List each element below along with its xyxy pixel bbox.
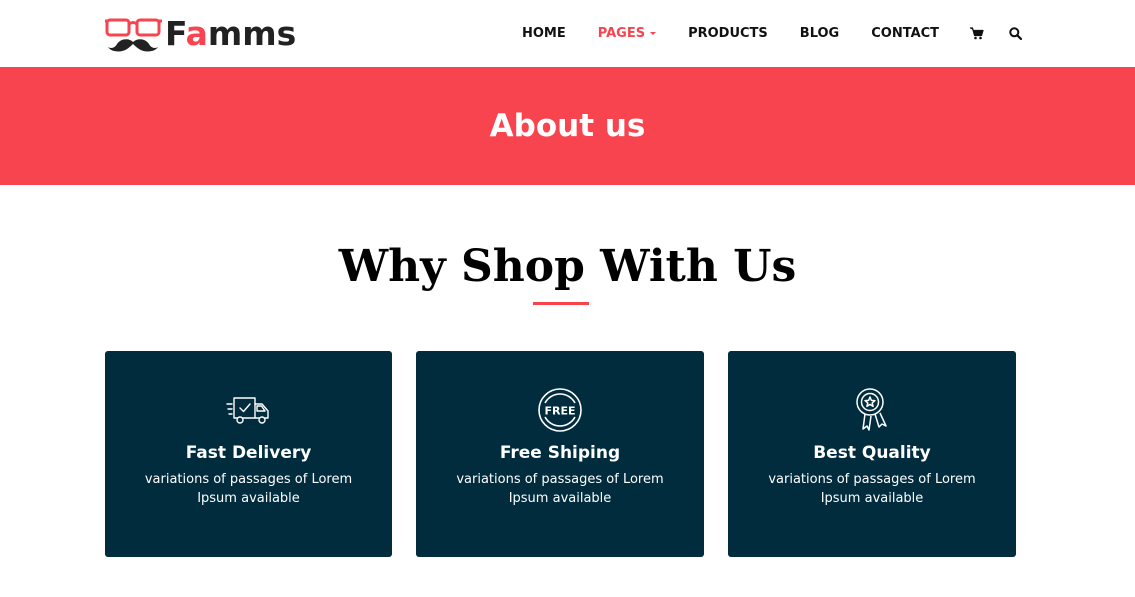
feature-card-best-quality: Best Quality variations of passages of L… [728,351,1016,557]
card-title: Fast Delivery [185,443,312,463]
brand-name: Famms [165,14,297,53]
quality-award-icon [728,387,1016,433]
svg-text:FREE: FREE [544,405,575,418]
nav-contact[interactable]: CONTACT [871,26,939,41]
site-header: Famms HOME PAGES PRODUCTS BLOG CONTACT [0,0,1135,67]
search-icon[interactable] [1007,25,1023,41]
feature-card-fast-delivery: Fast Delivery variations of passages of … [105,351,392,557]
main-nav: HOME PAGES PRODUCTS BLOG CONTACT [522,24,1023,42]
page-banner: About us [0,67,1135,185]
nav-blog[interactable]: BLOG [800,26,839,41]
cart-icon[interactable] [969,25,985,41]
glasses-mustache-logo-icon [105,18,162,52]
card-title: Best Quality [813,443,931,463]
brand-logo[interactable]: Famms [105,12,296,56]
free-badge-icon: FREE [416,387,704,433]
nav-products[interactable]: PRODUCTS [688,26,768,41]
delivery-truck-icon [105,387,392,433]
feature-card-free-shipping: FREE Free Shiping variations of passages… [416,351,704,557]
nav-pages[interactable]: PAGES [597,25,657,41]
card-description: variations of passages of Lorem Ipsum av… [144,472,353,506]
card-title: Free Shiping [499,443,621,463]
section-title: Why Shop With Us [338,241,797,292]
chevron-down-icon [650,31,657,35]
page-title: About us [489,108,646,144]
card-description: variations of passages of Lorem Ipsum av… [456,472,664,506]
card-description: variations of passages of Lorem Ipsum av… [768,472,976,506]
section-title-underline [533,302,589,305]
nav-pages-label: PAGES [597,25,646,41]
nav-home[interactable]: HOME [522,26,566,41]
